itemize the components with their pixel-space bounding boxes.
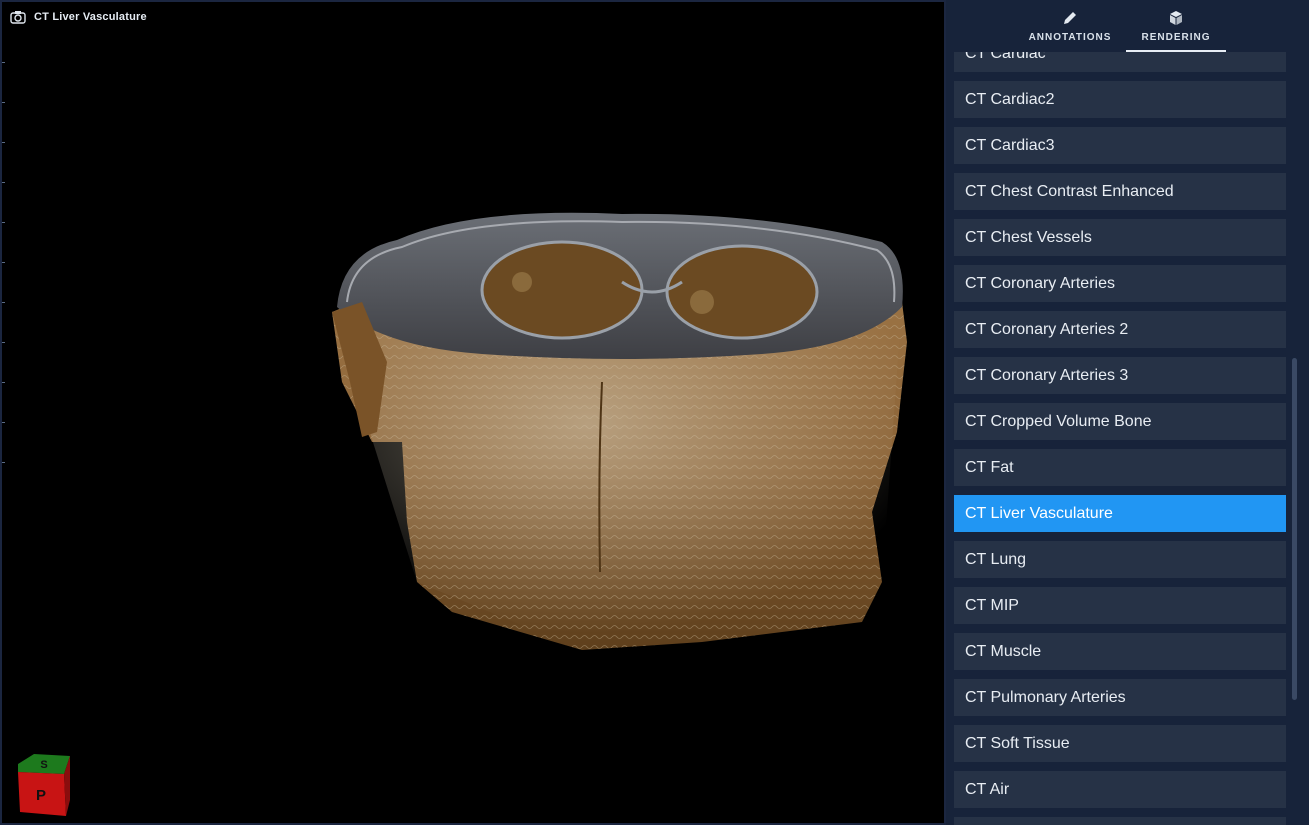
- viewport-header: CT Liver Vasculature: [10, 10, 147, 24]
- preset-item[interactable]: CT Coronary Arteries 2: [954, 311, 1286, 348]
- preset-item[interactable]: CT Cardiac: [954, 52, 1286, 72]
- viewport-title: CT Liver Vasculature: [34, 11, 147, 23]
- preset-item[interactable]: CT Cropped Volume Bone: [954, 403, 1286, 440]
- preset-item[interactable]: CT Muscle: [954, 633, 1286, 670]
- preset-item[interactable]: CT Air: [954, 771, 1286, 808]
- preset-item-selected[interactable]: CT Liver Vasculature: [954, 495, 1286, 532]
- volume-render[interactable]: [2, 2, 946, 825]
- preset-item[interactable]: CT Fat: [954, 449, 1286, 486]
- preset-item[interactable]: CT Coronary Arteries: [954, 265, 1286, 302]
- preset-item[interactable]: CT Lung: [954, 541, 1286, 578]
- preset-item[interactable]: CT Pulmonary Arteries: [954, 679, 1286, 716]
- preset-item[interactable]: CT Cardiac2: [954, 81, 1286, 118]
- preset-item[interactable]: CT Chest Contrast Enhanced: [954, 173, 1286, 210]
- right-panel: ANNOTATIONS RENDERING CT Cardiac CT Card…: [946, 0, 1309, 825]
- scrollbar[interactable]: [1292, 358, 1297, 700]
- preset-item[interactable]: CT Coronary Arteries 3: [954, 357, 1286, 394]
- preset-item[interactable]: CT Chest Vessels: [954, 219, 1286, 256]
- pencil-icon: [1064, 11, 1076, 24]
- preset-list[interactable]: CT Cardiac CT Cardiac2 CT Cardiac3 CT Ch…: [946, 52, 1309, 825]
- 3d-viewport[interactable]: CT Liver Vasculature S P: [0, 0, 946, 825]
- preset-item[interactable]: [954, 817, 1286, 825]
- tab-label: RENDERING: [1141, 31, 1211, 43]
- preset-item[interactable]: CT Cardiac3: [954, 127, 1286, 164]
- preset-item[interactable]: CT Soft Tissue: [954, 725, 1286, 762]
- ruler-ticks: [2, 62, 6, 482]
- orientation-front-label: P: [36, 787, 46, 804]
- orientation-top-label: S: [40, 759, 47, 771]
- preset-item[interactable]: CT MIP: [954, 587, 1286, 624]
- tab-annotations[interactable]: ANNOTATIONS: [1026, 0, 1126, 52]
- tab-label: ANNOTATIONS: [1028, 31, 1112, 43]
- tab-rendering[interactable]: RENDERING: [1126, 0, 1226, 52]
- panel-tabs: ANNOTATIONS RENDERING: [946, 0, 1309, 52]
- cube-icon: [1170, 10, 1182, 25]
- camera-icon[interactable]: [10, 10, 26, 24]
- orientation-cube[interactable]: S P: [14, 750, 74, 822]
